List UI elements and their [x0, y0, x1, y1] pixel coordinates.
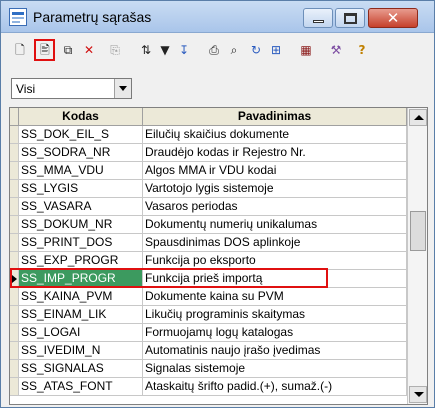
- vertical-scrollbar[interactable]: [407, 108, 427, 404]
- cell-kodas: SS_IVEDIM_N: [19, 342, 143, 360]
- cell-kodas: SS_PRINT_DOS: [19, 234, 143, 252]
- sort-icon[interactable]: ⇅: [137, 41, 155, 59]
- copy-record-icon[interactable]: ⧉: [59, 41, 77, 59]
- close-button[interactable]: ✕: [368, 8, 418, 28]
- scrollbar-thumb[interactable]: [410, 211, 426, 251]
- table-row[interactable]: SS_MMA_VDU Algos MMA ir VDU kodai: [10, 162, 407, 180]
- table-row[interactable]: SS_SIGNALAS Signalas sistemoje: [10, 360, 407, 378]
- close-icon: ✕: [386, 9, 400, 27]
- table-row[interactable]: SS_VASARA Vasaros periodas: [10, 198, 407, 216]
- table-row[interactable]: SS_DOK_EIL_S Eilučių skaičius dokumente: [10, 126, 407, 144]
- cell-kodas: SS_LOGAI: [19, 324, 143, 342]
- table-row[interactable]: SS_DOKUM_NR Dokumentų numerių unikalumas: [10, 216, 407, 234]
- tools-icon[interactable]: ⚒: [327, 41, 345, 59]
- selected-row-highlight: [10, 268, 328, 288]
- paste-icon[interactable]: ⎘: [106, 41, 124, 59]
- cell-pavadinimas: Dokumentų numerių unikalumas: [143, 216, 407, 234]
- minimize-button[interactable]: [303, 8, 333, 28]
- window-title: Parametrų sąrašas: [33, 9, 152, 25]
- scroll-up-icon[interactable]: [409, 109, 427, 126]
- dropdown-arrow-icon[interactable]: [114, 79, 131, 98]
- filter-selected-value: Visi: [16, 82, 36, 96]
- cell-kodas: SS_LYGIS: [19, 180, 143, 198]
- refresh-icon[interactable]: ↻: [247, 41, 265, 59]
- table-row[interactable]: SS_IVEDIM_N Automatinis naujo įrašo įvedi…: [10, 342, 407, 360]
- minimize-icon: [313, 20, 324, 23]
- cell-pavadinimas: Draudėjo kodas ir Rejestro Nr.: [143, 144, 407, 162]
- print-icon[interactable]: ⎙: [205, 41, 223, 59]
- find-icon[interactable]: ⌕: [225, 41, 243, 59]
- filter-icon[interactable]: ▼: [156, 41, 174, 59]
- edit-button-highlight: [34, 39, 55, 61]
- table-row[interactable]: SS_LYGIS Vartotojo lygis sistemoje: [10, 180, 407, 198]
- table-row[interactable]: SS_KAINA_PVM Dokumente kaina su PVM: [10, 288, 407, 306]
- parameter-list-window: Parametrų sąrašas ✕ 🗋 🖹 ⧉ ✕ ⎘ ⇅ ▼ ↧ ⎙ ⌕ …: [0, 0, 435, 408]
- cell-kodas: SS_SIGNALAS: [19, 360, 143, 378]
- cell-pavadinimas: Vartotojo lygis sistemoje: [143, 180, 407, 198]
- cell-kodas: SS_SODRA_NR: [19, 144, 143, 162]
- toolbar: 🗋 🖹 ⧉ ✕ ⎘ ⇅ ▼ ↧ ⎙ ⌕ ↻ ⊞ ▦ ⚒ ?: [9, 39, 429, 63]
- cell-kodas: SS_VASARA: [19, 198, 143, 216]
- cell-kodas: SS_ATAS_FONT: [19, 378, 143, 396]
- cell-kodas: SS_DOKUM_NR: [19, 216, 143, 234]
- cell-pavadinimas: Ataskaitų šrifto padid.(+), sumaž.(-): [143, 378, 407, 396]
- tree-icon[interactable]: ⊞: [267, 41, 285, 59]
- cell-kodas: SS_MMA_VDU: [19, 162, 143, 180]
- cell-pavadinimas: Algos MMA ir VDU kodai: [143, 162, 407, 180]
- cell-kodas: SS_EINAM_LIK: [19, 306, 143, 324]
- app-icon: [9, 8, 27, 26]
- grid-icon[interactable]: ▦: [297, 41, 315, 59]
- column-header-kodas[interactable]: Kodas: [19, 108, 143, 126]
- parameter-table: Kodas Pavadinimas SS_DOK_EIL_S Eilučių sk…: [9, 107, 428, 405]
- column-header-pavadinimas[interactable]: Pavadinimas: [143, 108, 407, 126]
- cell-pavadinimas: Signalas sistemoje: [143, 360, 407, 378]
- cell-pavadinimas: Vasaros periodas: [143, 198, 407, 216]
- table-row[interactable]: SS_EINAM_LIK Likučių programinis skaityma…: [10, 306, 407, 324]
- table-row[interactable]: SS_PRINT_DOS Spausdinimas DOS aplinkoje: [10, 234, 407, 252]
- cell-kodas: SS_KAINA_PVM: [19, 288, 143, 306]
- delete-icon[interactable]: ✕: [80, 41, 98, 59]
- title-bar[interactable]: Parametrų sąrašas ✕: [1, 1, 434, 33]
- maximize-icon: [344, 13, 357, 24]
- maximize-button[interactable]: [335, 8, 365, 28]
- table-row[interactable]: SS_LOGAI Formuojamų logų katalogas: [10, 324, 407, 342]
- sort-az-icon[interactable]: ↧: [175, 41, 193, 59]
- cell-pavadinimas: Likučių programinis skaitymas: [143, 306, 407, 324]
- cell-pavadinimas: Automatinis naujo įrašo įvedimas: [143, 342, 407, 360]
- new-record-icon[interactable]: 🗋: [11, 41, 29, 59]
- table-row[interactable]: SS_ATAS_FONT Ataskaitų šrifto padid.(+), …: [10, 378, 407, 396]
- cell-pavadinimas: Spausdinimas DOS aplinkoje: [143, 234, 407, 252]
- scroll-down-icon[interactable]: [409, 386, 427, 403]
- cell-pavadinimas: Dokumente kaina su PVM: [143, 288, 407, 306]
- cell-pavadinimas: Formuojamų logų katalogas: [143, 324, 407, 342]
- cell-kodas: SS_DOK_EIL_S: [19, 126, 143, 144]
- help-icon[interactable]: ?: [353, 41, 371, 59]
- filter-dropdown[interactable]: Visi: [11, 78, 132, 99]
- cell-pavadinimas: Eilučių skaičius dokumente: [143, 126, 407, 144]
- table-row[interactable]: SS_SODRA_NR Draudėjo kodas ir Rejestro Nr…: [10, 144, 407, 162]
- row-indicator-header: [10, 108, 19, 126]
